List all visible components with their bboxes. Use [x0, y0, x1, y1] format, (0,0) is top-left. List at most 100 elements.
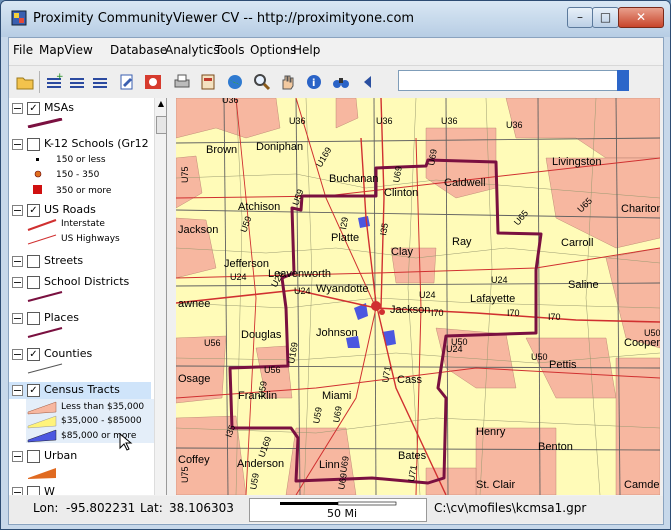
menu-database[interactable]: Database: [110, 43, 167, 57]
layer-name: MSAs: [44, 101, 74, 114]
layer-checkbox[interactable]: ✓: [27, 102, 40, 115]
minimize-button[interactable]: –: [567, 7, 593, 28]
legend-layer-schools[interactable]: K-12 Schools (Gr12: [9, 136, 154, 154]
collapse-toggle[interactable]: [12, 349, 23, 360]
svg-text:+: +: [56, 73, 64, 82]
county-label: Jackson: [390, 304, 430, 316]
print-icon[interactable]: [172, 73, 192, 91]
collapse-toggle[interactable]: [12, 385, 23, 396]
road-label: U56: [264, 365, 281, 375]
collapse-toggle[interactable]: [12, 277, 23, 288]
zoom-icon[interactable]: [252, 73, 272, 91]
layer-checkbox[interactable]: [27, 138, 40, 151]
scale-label: 50 Mi: [327, 507, 358, 520]
county-label: Osage: [178, 373, 210, 385]
county-label: Lafayette: [470, 293, 515, 305]
school-symbols: [33, 158, 42, 194]
road-label: I70: [507, 308, 520, 318]
record-icon[interactable]: [143, 73, 163, 91]
legend-item-label: Less than $35,000: [61, 402, 145, 412]
legend-item-label: US Highways: [61, 234, 120, 244]
find-icon[interactable]: [331, 73, 351, 91]
layer-checkbox[interactable]: [27, 486, 40, 495]
search-dropdown-button[interactable]: [617, 70, 629, 91]
back-arrow-icon[interactable]: [358, 73, 378, 91]
road-label: U24: [419, 290, 436, 300]
legend-layer-streets[interactable]: Streets: [9, 253, 154, 271]
scroll-thumb[interactable]: [156, 116, 166, 134]
collapse-toggle[interactable]: [12, 139, 23, 150]
county-label: Doniphan: [256, 141, 303, 153]
search-input[interactable]: [398, 70, 619, 91]
layer-list-icon[interactable]: [67, 73, 87, 91]
county-label: St. Clair: [476, 479, 515, 491]
toolbar-separator: [39, 71, 40, 93]
layer-checkbox[interactable]: [27, 312, 40, 325]
county-label: Clay: [391, 246, 414, 258]
layer-name: W: [44, 485, 55, 495]
legend-item-label: Interstate: [61, 219, 105, 229]
export-icon[interactable]: [198, 73, 218, 91]
menu-options[interactable]: Options: [250, 43, 296, 57]
add-layer-icon[interactable]: +: [44, 73, 64, 91]
collapse-toggle[interactable]: [12, 487, 23, 495]
maximize-button[interactable]: □: [592, 7, 619, 28]
menu-mapview[interactable]: MapView: [39, 43, 93, 57]
legend-layer-counties[interactable]: ✓ Counties: [9, 346, 154, 364]
legend-panel: ✓ MSAs K-12 Schools (Gr12 150 or less 15…: [9, 98, 167, 495]
collapse-toggle[interactable]: [12, 313, 23, 324]
layer-name: Counties: [44, 347, 93, 360]
layer-checkbox[interactable]: [27, 276, 40, 289]
county-label: Platte: [331, 232, 359, 244]
legend-layer-w[interactable]: W: [9, 484, 154, 495]
scale-bar: 50 Mi: [249, 498, 427, 522]
collapse-toggle[interactable]: [12, 103, 23, 114]
layer-name: Urban: [44, 449, 78, 462]
menu-tools[interactable]: Tools: [215, 43, 245, 57]
collapse-toggle[interactable]: [12, 256, 23, 267]
road-label: U36: [441, 116, 458, 126]
menu-file[interactable]: File: [13, 43, 33, 57]
scroll-up-icon[interactable]: ▲: [156, 99, 166, 109]
legend-item-label: 350 or more: [56, 186, 112, 196]
layer-checkbox[interactable]: [27, 450, 40, 463]
legend-item-label: 150 or less: [56, 155, 106, 165]
lat-value: 38.106303: [169, 501, 234, 515]
title-bar[interactable]: Proximity CommunityViewer CV -- http://p…: [1, 1, 670, 37]
open-folder-icon[interactable]: [15, 73, 35, 91]
menu-help[interactable]: Help: [293, 43, 320, 57]
client-area: File MapView Database Analytics Tools Op…: [8, 37, 664, 525]
layer-checkbox[interactable]: [27, 255, 40, 268]
map-canvas[interactable]: Doniphan Buchanan Clinton Caldwell Livingsto…: [176, 98, 660, 495]
pan-icon[interactable]: [277, 73, 297, 91]
legend-scrollbar[interactable]: ▲: [154, 98, 166, 495]
collapse-toggle[interactable]: [12, 205, 23, 216]
app-window: Proximity CommunityViewer CV -- http://p…: [0, 0, 671, 530]
road-label: U50: [531, 352, 548, 362]
info-icon[interactable]: i: [304, 73, 324, 91]
legend-layer-school-districts[interactable]: School Districts: [9, 274, 154, 292]
globe-icon[interactable]: [225, 73, 245, 91]
layer-remove-icon[interactable]: [90, 73, 110, 91]
county-label: Coffey: [178, 454, 210, 466]
close-button[interactable]: ✕: [618, 7, 664, 28]
legend-item-label: $35,000 - $85000: [61, 416, 142, 426]
county-label: Benton: [538, 441, 573, 453]
layer-name: School Districts: [44, 275, 130, 288]
road-label: U24: [491, 275, 508, 285]
collapse-toggle[interactable]: [12, 451, 23, 462]
menu-analytics[interactable]: Analytics: [165, 43, 220, 57]
layer-checkbox[interactable]: ✓: [27, 204, 40, 217]
layer-name: Places: [44, 311, 79, 324]
legend-layer-places[interactable]: Places: [9, 310, 154, 328]
legend-layer-census-tracts[interactable]: ✓ Census Tracts: [9, 382, 151, 399]
county-label: Clinton: [384, 187, 418, 199]
layer-checkbox[interactable]: ✓: [27, 384, 40, 397]
edit-icon[interactable]: [117, 73, 137, 91]
map-view[interactable]: Doniphan Buchanan Clinton Caldwell Livingsto…: [176, 98, 660, 495]
layer-checkbox[interactable]: ✓: [27, 348, 40, 361]
legend-layer-msas[interactable]: ✓ MSAs: [9, 100, 154, 118]
county-label: Douglas: [241, 329, 282, 341]
lat-label: Lat:: [140, 501, 163, 515]
county-label: Miami: [322, 390, 351, 402]
